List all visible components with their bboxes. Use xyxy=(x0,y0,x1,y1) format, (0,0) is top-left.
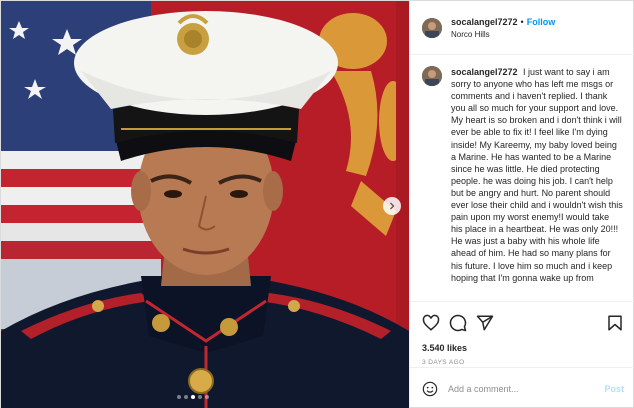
post-media[interactable] xyxy=(1,1,409,408)
likes-count[interactable]: 3.540 likes xyxy=(422,343,624,353)
username-link[interactable]: socalangel7272 xyxy=(451,16,518,28)
caption-text: socalangel7272 I just want to say i am s… xyxy=(451,66,623,299)
carousel-dot xyxy=(184,395,188,399)
post-details-panel: socalangel7272 • Follow Norco Hills soca… xyxy=(409,1,634,408)
bookmark-icon[interactable] xyxy=(606,314,624,332)
share-icon[interactable] xyxy=(476,314,494,332)
avatar[interactable] xyxy=(422,17,442,38)
emoji-icon[interactable] xyxy=(422,381,438,397)
carousel-dot xyxy=(205,395,209,399)
post-date[interactable]: 3 DAYS AGO xyxy=(422,359,624,366)
caption-section: socalangel7272 I just want to say i am s… xyxy=(410,55,634,299)
location-link[interactable]: Norco Hills xyxy=(451,30,555,39)
carousel-dot xyxy=(177,395,181,399)
caption-username-link[interactable]: socalangel7272 xyxy=(451,67,520,77)
comment-input[interactable] xyxy=(448,383,588,394)
chevron-right-icon xyxy=(390,202,395,210)
caption-body: I just want to say i am sorry to anyone … xyxy=(451,67,623,283)
carousel-dot xyxy=(191,395,195,399)
comment-icon[interactable] xyxy=(449,314,467,332)
follow-button[interactable]: Follow xyxy=(527,16,556,28)
action-bar: 3.540 likes 3 DAYS AGO xyxy=(410,301,634,366)
caption-avatar[interactable] xyxy=(422,66,442,86)
marine-portrait-photo xyxy=(1,1,409,408)
comment-bar: Post xyxy=(410,367,634,408)
heart-icon[interactable] xyxy=(422,314,440,332)
separator-dot: • xyxy=(520,17,524,27)
instagram-post: socalangel7272 • Follow Norco Hills soca… xyxy=(0,0,634,408)
post-header: socalangel7272 • Follow Norco Hills xyxy=(410,1,634,55)
post-comment-button[interactable]: Post xyxy=(604,384,624,394)
carousel-dot xyxy=(198,395,202,399)
next-slide-button[interactable] xyxy=(383,197,401,215)
carousel-indicator xyxy=(177,395,209,399)
